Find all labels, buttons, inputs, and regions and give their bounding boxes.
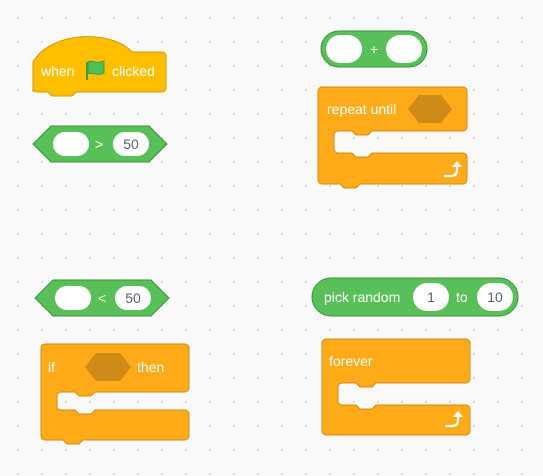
gt-operator: >: [95, 136, 103, 152]
when-flag-clicked-block[interactable]: when clicked: [32, 30, 168, 102]
gt-right-value: 50: [123, 136, 139, 152]
forever-block[interactable]: forever: [321, 338, 475, 444]
add-operator: +: [370, 41, 378, 57]
repeat-until-label: repeat until: [327, 101, 396, 117]
then-label: then: [137, 359, 164, 375]
lt-operator: <: [98, 290, 106, 306]
random-from-value: 1: [427, 289, 435, 305]
repeat-until-block[interactable]: repeat until: [317, 86, 471, 194]
when-label: when: [40, 63, 74, 79]
if-label: if: [48, 359, 55, 375]
gt-left-input[interactable]: [53, 132, 89, 156]
if-then-block[interactable]: if then: [40, 343, 194, 447]
clicked-label: clicked: [112, 63, 155, 79]
pick-random-block[interactable]: pick random 1 to 10: [311, 277, 521, 319]
pick-random-label: pick random: [324, 289, 400, 305]
lt-left-input[interactable]: [55, 286, 91, 310]
lt-right-value: 50: [125, 290, 141, 306]
less-than-block[interactable]: < 50: [34, 278, 172, 320]
random-to-value: 10: [487, 289, 503, 305]
greater-than-block[interactable]: > 50: [32, 124, 170, 166]
forever-label: forever: [329, 353, 373, 369]
add-left-input[interactable]: [326, 35, 362, 63]
to-label: to: [456, 289, 468, 305]
add-right-input[interactable]: [386, 35, 422, 63]
scratch-code-area[interactable]: { "colors": { "events": "#FFBF00", "even…: [0, 0, 543, 476]
add-operator-block[interactable]: +: [320, 29, 430, 71]
